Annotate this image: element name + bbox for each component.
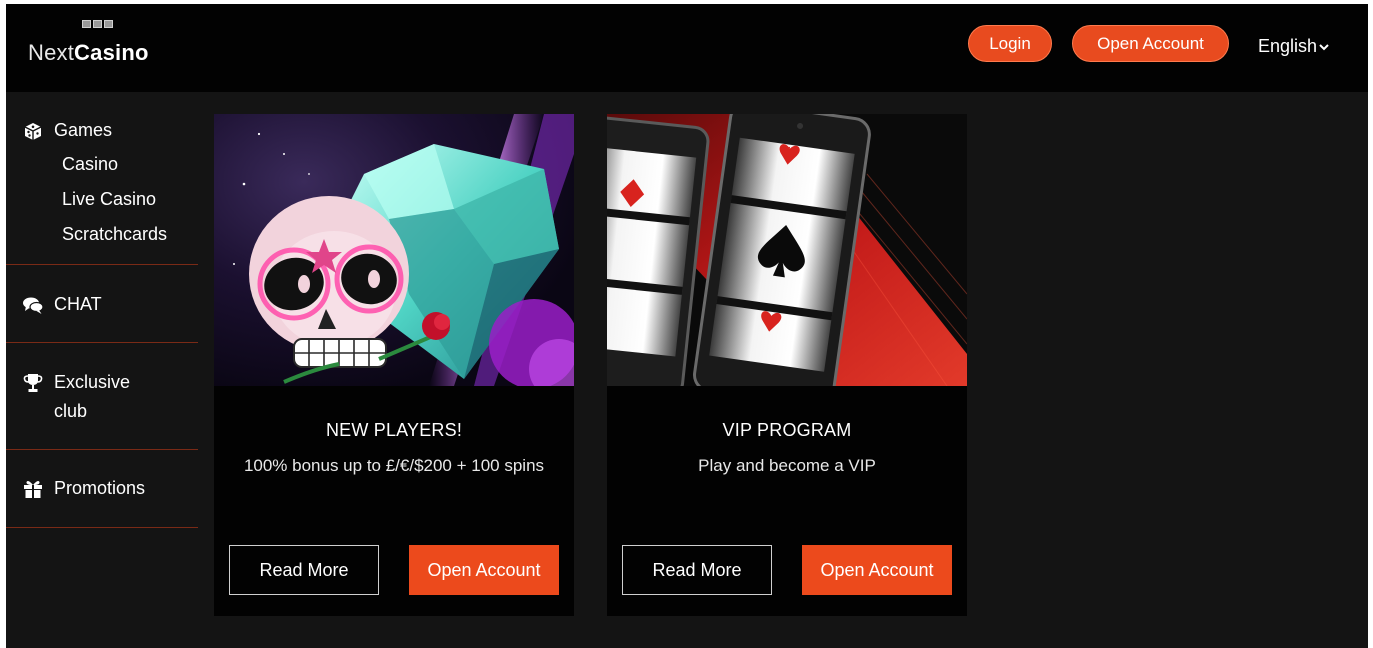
sidebar-divider	[6, 342, 198, 343]
login-button[interactable]: Login	[968, 25, 1052, 62]
promo-card-vip-program: VIP PROGRAM Play and become a VIP Read M…	[607, 114, 967, 616]
language-label: English	[1258, 36, 1318, 56]
sidebar-divider	[6, 264, 198, 265]
sidebar-chat-label: CHAT	[54, 294, 102, 314]
chevron-down-icon	[1319, 43, 1329, 50]
sidebar-item-casino[interactable]: Casino	[62, 154, 118, 175]
page-frame: NextCasino Login Open Account English Ga…	[6, 4, 1368, 648]
logo-wordmark: NextCasino	[28, 40, 149, 66]
sidebar-games-label: Games	[54, 120, 113, 140]
read-more-button[interactable]: Read More	[622, 545, 772, 595]
language-selector[interactable]: English	[1258, 36, 1329, 57]
sidebar-item-exclusive-club[interactable]: Exclusive club	[22, 372, 130, 426]
card-title: VIP PROGRAM	[722, 420, 852, 440]
dice-icon	[24, 123, 42, 140]
read-more-button[interactable]: Read More	[229, 545, 379, 595]
card-subtitle: Play and become a VIP	[698, 456, 876, 475]
sidebar-club-label-line2: club	[54, 401, 88, 421]
chat-bubbles-icon	[23, 297, 44, 314]
sidebar-club-label-line1: Exclusive	[54, 372, 131, 392]
phones-slot-banner	[607, 114, 967, 386]
top-header: NextCasino Login Open Account English	[6, 4, 1368, 92]
card-subtitle: 100% bonus up to £/€/$200 + 100 spins	[243, 456, 545, 475]
open-account-button[interactable]: Open Account	[409, 545, 559, 595]
skull-diamond-banner	[214, 114, 574, 386]
slot-reels-icon	[82, 20, 113, 28]
sidebar-divider	[6, 527, 198, 528]
sidebar-item-live-casino[interactable]: Live Casino	[62, 189, 156, 210]
trophy-icon	[23, 374, 43, 392]
logo-word-bold: Casino	[74, 40, 149, 65]
sidebar-item-promotions[interactable]: Promotions	[22, 478, 145, 500]
header-open-account-button[interactable]: Open Account	[1072, 25, 1229, 62]
sidebar-item-games[interactable]: Games	[22, 120, 112, 142]
sidebar-club-text: Exclusive club	[54, 368, 130, 426]
sidebar-divider	[6, 449, 198, 450]
sidebar-promotions-label: Promotions	[54, 478, 146, 498]
promo-card-new-players: NEW PLAYERS! 100% bonus up to £/€/$200 +…	[214, 114, 574, 616]
card-title: NEW PLAYERS!	[325, 420, 463, 440]
gift-icon	[24, 481, 42, 498]
nextcasino-logo[interactable]: NextCasino	[28, 20, 188, 76]
logo-word-light: Next	[28, 40, 75, 65]
sidebar-nav: Games Casino Live Casino Scratchcards CH…	[6, 92, 198, 648]
sidebar-item-scratchcards[interactable]: Scratchcards	[62, 224, 167, 245]
open-account-button[interactable]: Open Account	[802, 545, 952, 595]
sidebar-item-chat[interactable]: CHAT	[22, 294, 102, 316]
